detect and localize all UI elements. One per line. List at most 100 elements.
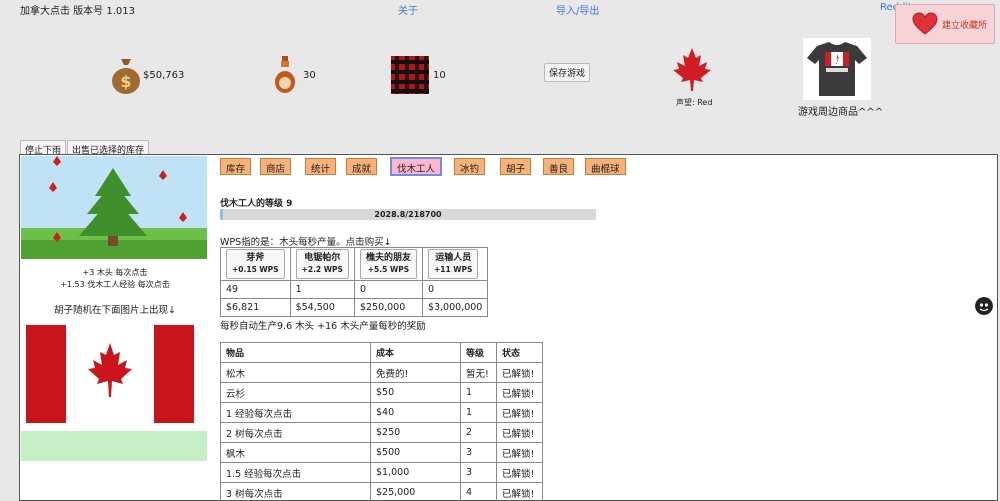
price-cell: $6,821	[220, 298, 291, 317]
col-status: 状态	[496, 342, 543, 363]
items-header-row: 物品 成本 等级 状态	[220, 342, 543, 363]
item-cost: $50	[370, 382, 461, 403]
items-table: 物品 成本 等级 状态 松木 免费的! 暂无! 已解锁! 云杉 $50 1 已解锁! 1 经…	[220, 342, 543, 501]
price-cell: $3,000,000	[421, 298, 489, 317]
item-cost: $1,000	[370, 462, 461, 483]
item-cost: $500	[370, 442, 461, 463]
item-status: 已解锁!	[496, 422, 543, 443]
table-row: 枫木 $500 3 已解锁!	[220, 442, 543, 463]
github-icon[interactable]	[975, 297, 993, 315]
bookmark-label: 建立收藏所	[942, 20, 988, 31]
item-name: 1 经验每次点击	[220, 402, 371, 423]
item-name: 枫木	[220, 442, 371, 463]
price-cell: $250,000	[353, 298, 423, 317]
col-item: 物品	[220, 342, 371, 363]
maple-leaf-icon	[673, 48, 711, 91]
item-level: 4	[460, 482, 497, 501]
item-status: 已解锁!	[496, 462, 543, 483]
syrup-value: 30	[303, 70, 316, 81]
item-name: 松木	[220, 362, 371, 383]
item-name: 1.5 经验每次点击	[220, 462, 371, 483]
maple-syrup-icon	[275, 56, 295, 93]
item-cost: $40	[370, 402, 461, 423]
price-row: $6,821 $54,500 $250,000 $3,000,000	[220, 298, 489, 317]
tree-scene	[21, 156, 207, 259]
table-row: 松木 免费的! 暂无! 已解锁!	[220, 362, 543, 383]
about-link[interactable]: 关于	[398, 2, 418, 17]
main-panel: +3 木头 每次点击 +1.53 伐木工人经验 每次点击 胡子随机在下面图片上出…	[19, 154, 998, 501]
owned-count: 0	[353, 280, 423, 299]
wps-explanation: WPS指的是：木头每秒产量。点击购买↓	[220, 237, 392, 248]
buy-transporter-button[interactable]: 运输人员 +11 WPS	[427, 249, 479, 279]
per-click-wood: +3 木头 每次点击	[82, 268, 148, 277]
buy-friend-button[interactable]: 樵夫的朋友 +5.5 WPS	[359, 249, 417, 279]
flannel-value: 10	[433, 70, 446, 81]
item-name: 2 树每次点击	[220, 422, 371, 443]
item-cost: $25,000	[370, 482, 461, 501]
item-status: 已解锁!	[496, 382, 543, 403]
canada-flag-image[interactable]	[26, 325, 194, 423]
item-status: 已解锁!	[496, 442, 543, 463]
tab-ice-fishing[interactable]: 冰钓	[454, 158, 486, 175]
item-cost: $250	[370, 422, 461, 443]
tab-stats[interactable]: 统计	[305, 158, 337, 175]
canada-flag-icon	[26, 325, 194, 423]
item-name: 3 树每次点击	[220, 482, 371, 501]
item-name: 云杉	[220, 382, 371, 403]
item-status: 已解锁!	[496, 482, 543, 501]
lumberjack-level-title: 伐木工人的等级 9	[220, 199, 293, 209]
table-row: 3 树每次点击 $25,000 4 已解锁!	[220, 482, 543, 501]
tab-hockey[interactable]: 曲棍球	[585, 158, 626, 175]
owned-row: 49 1 0 0	[220, 280, 489, 299]
item-status: 已解锁!	[496, 402, 543, 423]
item-level: 3	[460, 442, 497, 463]
tshirt-icon[interactable]	[803, 38, 871, 100]
table-row: 1 经验每次点击 $40 1 已解锁!	[220, 402, 543, 423]
owned-count: 49	[220, 280, 291, 299]
item-level: 3	[460, 462, 497, 483]
import-export-link[interactable]: 导入/导出	[556, 2, 599, 17]
tab-achievements[interactable]: 成就	[346, 158, 378, 175]
xp-progress-text: 2028.8/218700	[374, 210, 442, 219]
col-cost: 成本	[370, 342, 461, 363]
top-bar: 加拿大点击 版本号 1.013 关于 导入/导出 Reddit	[0, 0, 1000, 17]
tab-lumberjack[interactable]: 伐木工人	[390, 157, 443, 176]
table-row: 2 树每次点击 $250 2 已解锁!	[220, 422, 543, 443]
price-cell: $54,500	[289, 298, 355, 317]
left-column: +3 木头 每次点击 +1.53 伐木工人经验 每次点击 胡子随机在下面图片上出…	[20, 155, 210, 501]
reputation-text: 声望: Red	[676, 98, 713, 107]
beard-bar	[21, 431, 207, 461]
bookmark-button[interactable]: 建立收藏所	[895, 4, 995, 44]
tab-kindness[interactable]: 善良	[543, 158, 575, 175]
buy-axe-button[interactable]: 芽斧 +0.15 WPS	[226, 249, 285, 279]
tree-click-area[interactable]	[21, 156, 207, 259]
tab-shop[interactable]: 商店	[260, 158, 292, 175]
item-cost: 免费的!	[370, 362, 461, 383]
auto-production-text: 每秒自动生产9.6 木头 +16 木头产量每秒的奖励	[220, 321, 426, 332]
app-title: 加拿大点击 版本号 1.013	[20, 6, 135, 17]
svg-text:$: $	[120, 72, 131, 91]
item-level: 2	[460, 422, 497, 443]
heart-icon	[912, 12, 938, 35]
item-level: 暂无!	[460, 362, 497, 383]
buy-chainsaw-button[interactable]: 电锯帕尔 +2.2 WPS	[295, 249, 349, 279]
table-row: 云杉 $50 1 已解锁!	[220, 382, 543, 403]
table-row: 1.5 经验每次点击 $1,000 3 已解锁!	[220, 462, 543, 483]
tab-beard[interactable]: 胡子	[500, 158, 532, 175]
item-status: 已解锁!	[496, 362, 543, 383]
xp-progress-bar: 2028.8/218700	[220, 209, 596, 220]
flannel-icon	[391, 56, 429, 94]
money-value: $50,763	[143, 70, 185, 81]
wps-buy-table: 芽斧 +0.15 WPS 电锯帕尔 +2.2 WPS 樵夫的朋友 +5.5 WPS 运…	[220, 247, 489, 317]
owned-count: 0	[421, 280, 489, 299]
merch-label[interactable]: 游戏周边商品^^^	[798, 103, 883, 118]
item-level: 1	[460, 382, 497, 403]
tab-inventory[interactable]: 库存	[220, 158, 252, 175]
money-bag-icon: $	[112, 59, 140, 94]
owned-count: 1	[289, 280, 355, 299]
save-game-button[interactable]: 保存游戏	[544, 63, 591, 82]
per-click-xp: +1.53 伐木工人经验 每次点击	[60, 280, 170, 289]
beard-note: 胡子随机在下面图片上出现↓	[54, 305, 176, 316]
col-level: 等级	[460, 342, 497, 363]
item-level: 1	[460, 402, 497, 423]
